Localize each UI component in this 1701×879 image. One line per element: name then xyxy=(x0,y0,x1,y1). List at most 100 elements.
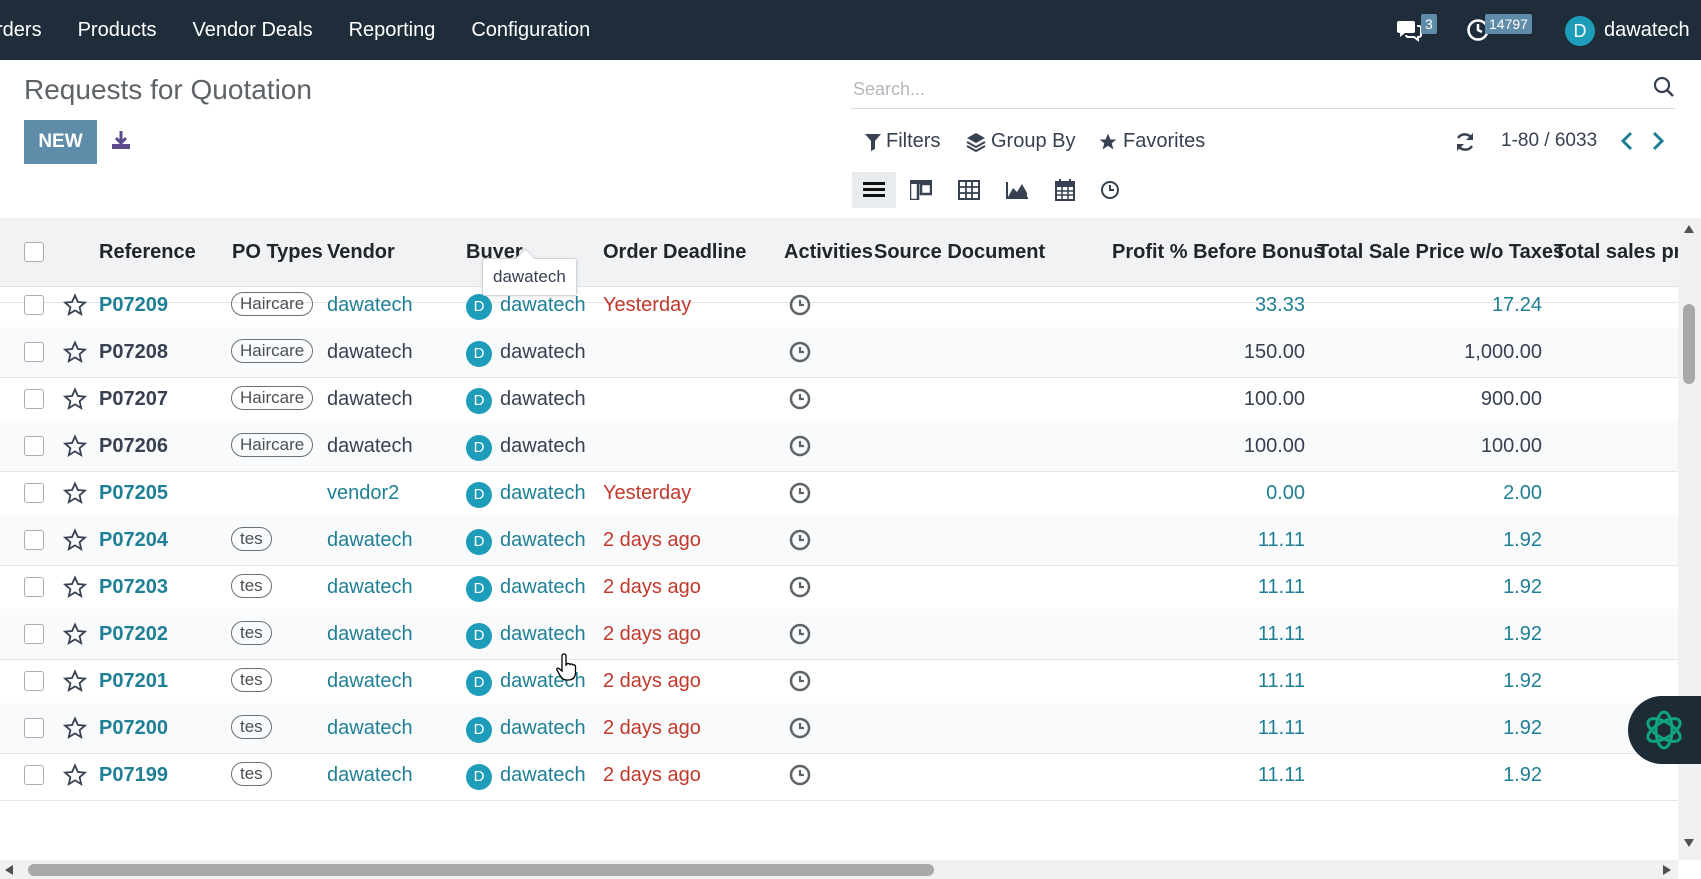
buyer-cell[interactable]: dawatech xyxy=(500,421,586,471)
activity-clock-icon[interactable] xyxy=(789,529,811,556)
star-icon[interactable] xyxy=(62,528,88,557)
buyer-cell[interactable]: dawatech xyxy=(500,327,586,377)
header-order-deadline[interactable]: Order Deadline xyxy=(603,218,746,286)
menu-reporting[interactable]: Reporting xyxy=(349,19,436,42)
star-icon[interactable] xyxy=(62,575,88,604)
list-view-icon[interactable] xyxy=(852,172,896,208)
star-icon[interactable] xyxy=(62,716,88,745)
row-checkbox[interactable] xyxy=(24,436,44,456)
reference-cell[interactable]: P07203 xyxy=(99,562,168,612)
star-icon[interactable] xyxy=(62,763,88,792)
pivot-view-icon[interactable] xyxy=(947,172,991,208)
scroll-left-icon[interactable] xyxy=(4,864,14,876)
row-checkbox[interactable] xyxy=(24,718,44,738)
activity-clock-icon[interactable] xyxy=(789,623,811,650)
star-icon[interactable] xyxy=(62,622,88,651)
row-checkbox[interactable] xyxy=(24,342,44,362)
kanban-view-icon[interactable] xyxy=(899,172,943,208)
table-row[interactable]: P07205 vendor2 Ddawatech Yesterday 0.00 2.00 xyxy=(0,468,1678,519)
reference-cell[interactable]: P07200 xyxy=(99,703,168,753)
header-total-sale-price[interactable]: Total Sale Price w/o Taxes xyxy=(1317,218,1564,286)
user-avatar[interactable]: D xyxy=(1565,16,1595,46)
chat-icon[interactable] xyxy=(1396,18,1422,47)
favorites-button[interactable]: Favorites xyxy=(1098,130,1205,153)
user-name[interactable]: dawatech xyxy=(1604,19,1690,42)
vendor-cell[interactable]: dawatech xyxy=(327,515,413,565)
menu-vendor-deals[interactable]: Vendor Deals xyxy=(193,19,313,42)
row-checkbox[interactable] xyxy=(24,295,44,315)
header-po-types[interactable]: PO Types xyxy=(232,218,323,286)
select-all-checkbox[interactable] xyxy=(24,242,44,262)
row-checkbox[interactable] xyxy=(24,671,44,691)
table-row[interactable]: P07203 tes dawatech Ddawatech 2 days ago 11.1… xyxy=(0,562,1678,613)
scroll-right-icon[interactable] xyxy=(1662,864,1672,876)
header-vendor[interactable]: Vendor xyxy=(327,218,395,286)
header-total-sales-price[interactable]: Total sales pric xyxy=(1554,218,1678,286)
header-profit[interactable]: Profit % Before Bonus xyxy=(1112,218,1324,286)
activity-clock-icon[interactable] xyxy=(789,764,811,791)
new-button[interactable]: NEW xyxy=(24,120,97,164)
menu-orders[interactable]: rders xyxy=(0,19,42,42)
vendor-cell[interactable]: dawatech xyxy=(327,750,413,800)
table-row[interactable]: P07209 Haircare dawatech Ddawatech Yesterday… xyxy=(0,280,1678,331)
filters-button[interactable]: Filters xyxy=(865,130,940,153)
horizontal-scroll-thumb[interactable] xyxy=(28,864,934,876)
pager-value[interactable]: 1-80 / 6033 xyxy=(1501,130,1597,152)
activity-clock-icon[interactable] xyxy=(789,388,811,415)
search-input[interactable] xyxy=(851,74,1635,104)
table-row[interactable]: P07200 tes dawatech Ddawatech 2 days ago 11.1… xyxy=(0,703,1678,754)
table-row[interactable]: P07199 tes dawatech Ddawatech 2 days ago 11.1… xyxy=(0,750,1678,801)
vendor-cell[interactable]: dawatech xyxy=(327,374,413,424)
activity-clock-icon[interactable] xyxy=(789,435,811,462)
row-checkbox[interactable] xyxy=(24,577,44,597)
reference-cell[interactable]: P07202 xyxy=(99,609,168,659)
row-checkbox[interactable] xyxy=(24,389,44,409)
reference-cell[interactable]: P07209 xyxy=(99,280,168,330)
table-row[interactable]: P07201 tes dawatech Ddawatech 2 days ago 11.1… xyxy=(0,656,1678,707)
menu-products[interactable]: Products xyxy=(78,19,157,42)
activity-clock-icon[interactable] xyxy=(789,294,811,321)
table-row[interactable]: P07204 tes dawatech Ddawatech 2 days ago 11.1… xyxy=(0,515,1678,566)
reference-cell[interactable]: P07206 xyxy=(99,421,168,471)
activity-clock-icon[interactable] xyxy=(789,717,811,744)
vendor-cell[interactable]: dawatech xyxy=(327,562,413,612)
scroll-down-icon[interactable] xyxy=(1683,838,1695,848)
star-icon[interactable] xyxy=(62,340,88,369)
refresh-icon[interactable] xyxy=(1454,131,1476,158)
activity-clock-icon[interactable] xyxy=(789,482,811,509)
table-row[interactable]: P07207 Haircare dawatech Ddawatech 100.00 900… xyxy=(0,374,1678,425)
vendor-cell[interactable]: dawatech xyxy=(327,656,413,706)
reference-cell[interactable]: P07207 xyxy=(99,374,168,424)
horizontal-scrollbar[interactable] xyxy=(0,860,1678,879)
download-icon[interactable] xyxy=(110,129,132,156)
vendor-cell[interactable]: dawatech xyxy=(327,421,413,471)
header-activities[interactable]: Activities xyxy=(784,218,873,286)
star-icon[interactable] xyxy=(62,387,88,416)
star-icon[interactable] xyxy=(62,481,88,510)
buyer-cell[interactable]: dawatech xyxy=(500,374,586,424)
reference-cell[interactable]: P07204 xyxy=(99,515,168,565)
table-row[interactable]: P07206 Haircare dawatech Ddawatech 100.00 100… xyxy=(0,421,1678,472)
table-row[interactable]: P07208 Haircare dawatech Ddawatech 150.00 1,0… xyxy=(0,327,1678,378)
reference-cell[interactable]: P07208 xyxy=(99,327,168,377)
reference-cell[interactable]: P07205 xyxy=(99,468,168,518)
buyer-cell[interactable]: dawatech xyxy=(500,750,586,800)
header-reference[interactable]: Reference xyxy=(99,218,196,286)
table-row[interactable]: P07202 tes dawatech Ddawatech 2 days ago 11.1… xyxy=(0,609,1678,660)
activity-clock-icon[interactable] xyxy=(789,341,811,368)
activity-view-icon[interactable] xyxy=(1088,172,1132,208)
buyer-cell[interactable]: dawatech xyxy=(500,703,586,753)
reference-cell[interactable]: P07199 xyxy=(99,750,168,800)
scroll-up-icon[interactable] xyxy=(1683,224,1695,234)
buyer-cell[interactable]: dawatech xyxy=(500,468,586,518)
row-checkbox[interactable] xyxy=(24,765,44,785)
vendor-cell[interactable]: dawatech xyxy=(327,703,413,753)
header-source-document[interactable]: Source Document xyxy=(874,218,1045,286)
buyer-cell[interactable]: dawatech xyxy=(500,515,586,565)
row-checkbox[interactable] xyxy=(24,483,44,503)
graph-view-icon[interactable] xyxy=(995,172,1039,208)
star-icon[interactable] xyxy=(62,669,88,698)
menu-configuration[interactable]: Configuration xyxy=(471,19,590,42)
chevron-right-icon[interactable] xyxy=(1651,131,1665,156)
reference-cell[interactable]: P07201 xyxy=(99,656,168,706)
